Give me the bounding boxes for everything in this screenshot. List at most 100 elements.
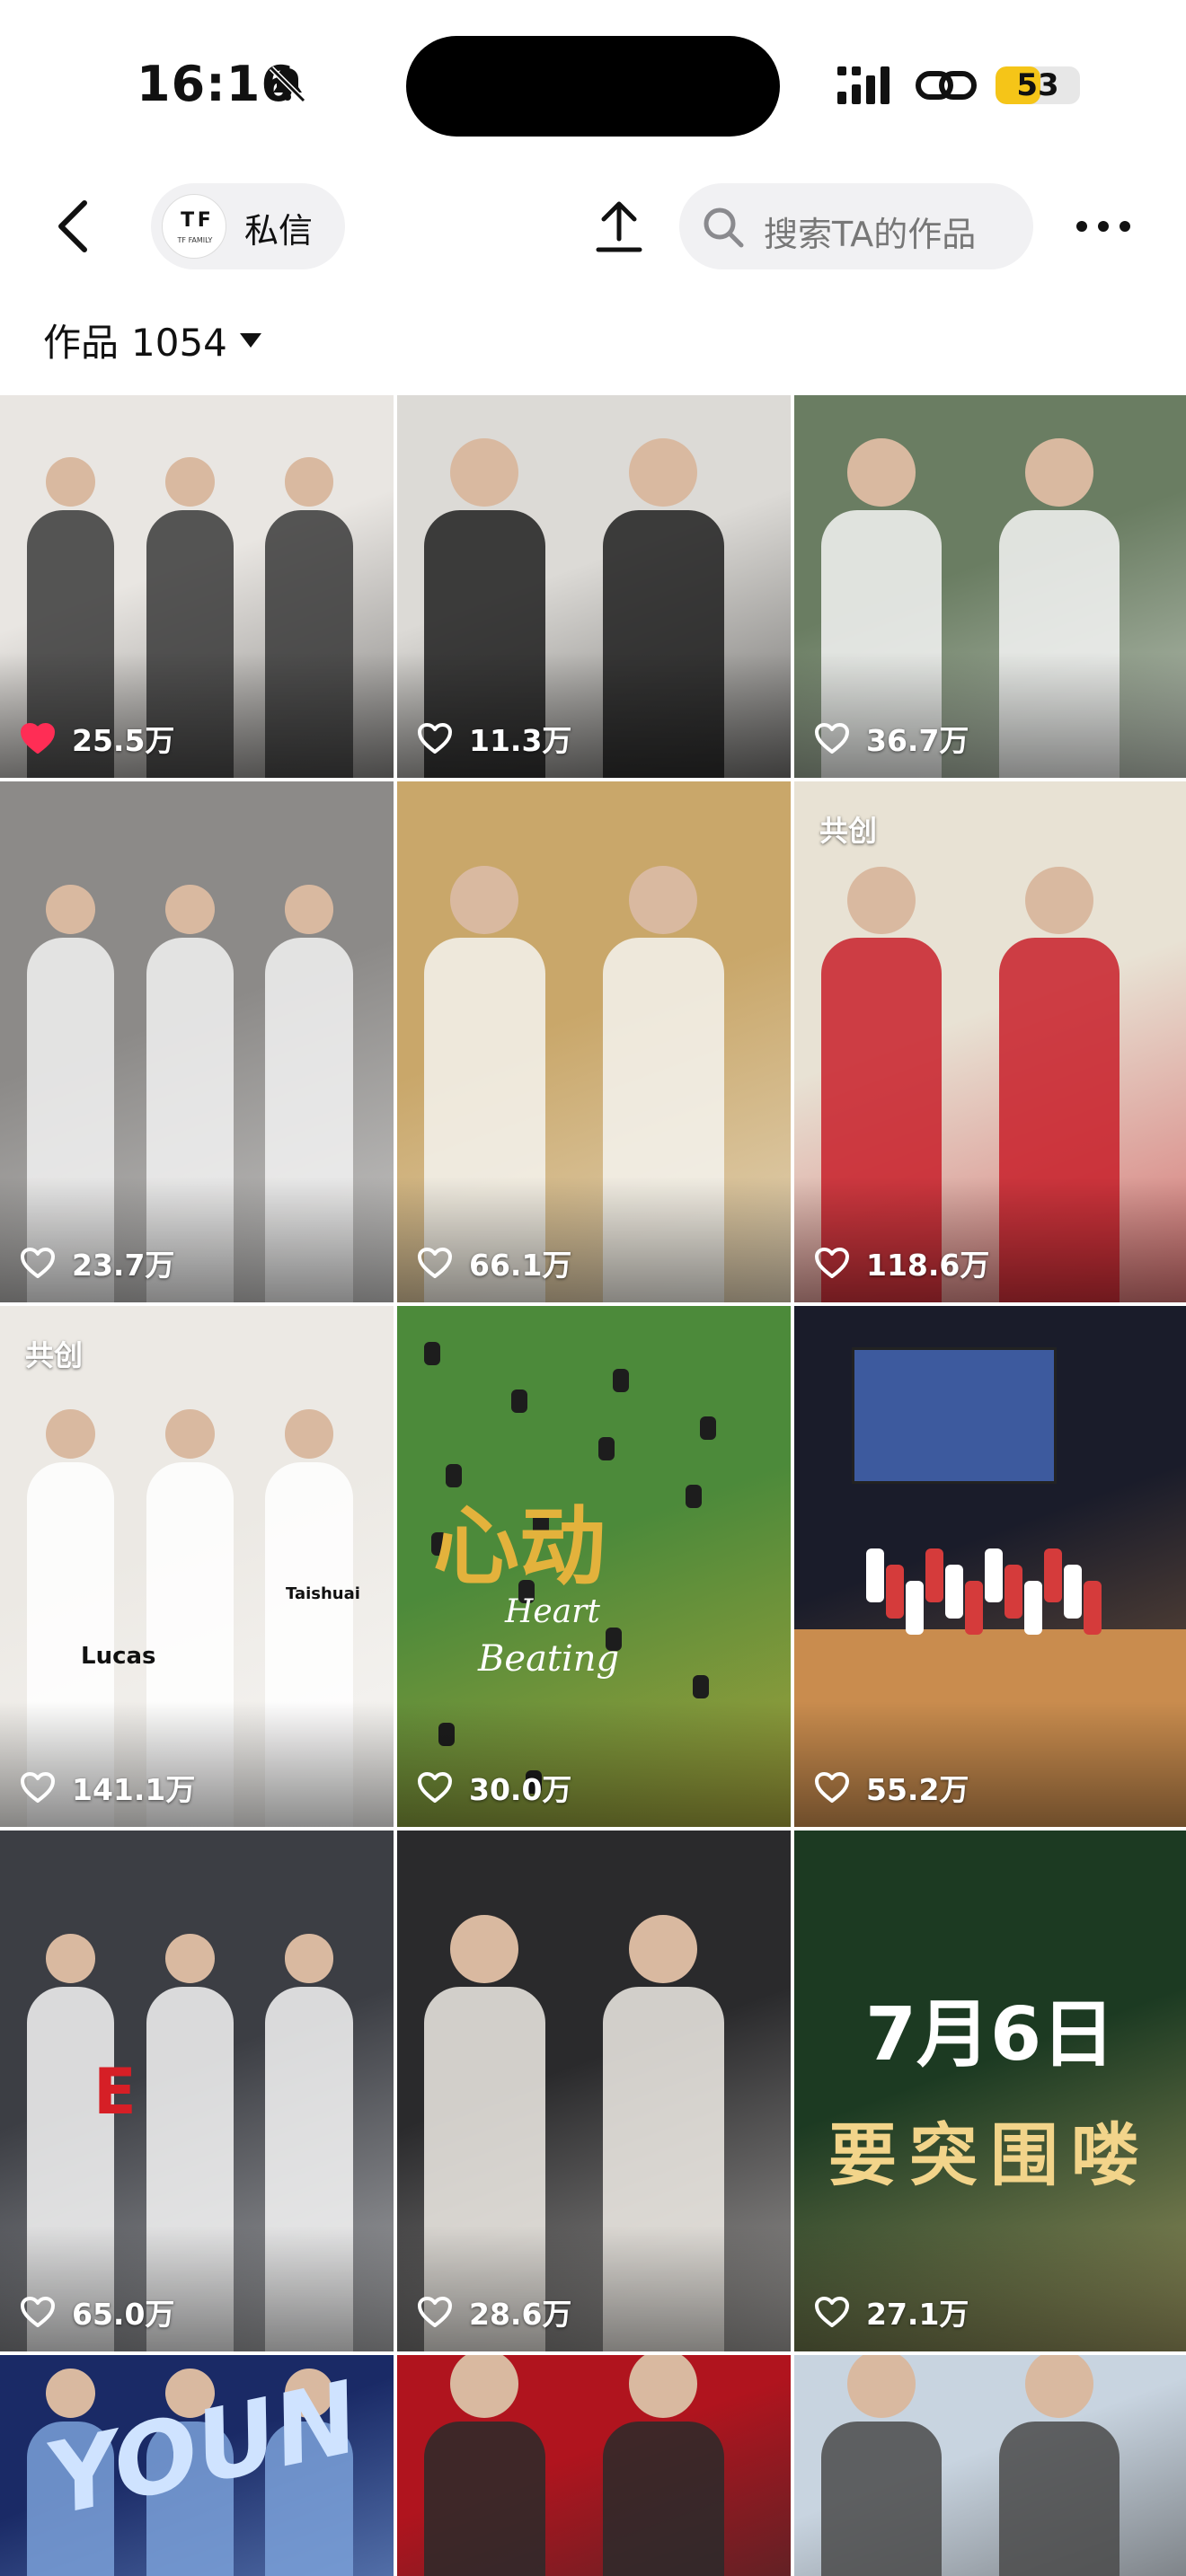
heart-outline-icon bbox=[21, 1772, 55, 1803]
thumbnail-figures bbox=[794, 2355, 1186, 2576]
like-count-text: 25.5万 bbox=[72, 723, 175, 758]
avatar-logo-sub: TF FAMILY bbox=[177, 236, 213, 244]
cover-headline: 要突围喽 bbox=[828, 2115, 1152, 2195]
search-works-input[interactable]: 搜索TA的作品 bbox=[679, 183, 1033, 269]
heart-outline-icon bbox=[815, 1248, 849, 1278]
video-tile[interactable]: 11.3万 bbox=[397, 395, 791, 778]
figure-head bbox=[46, 885, 96, 934]
bottom-shade bbox=[397, 1177, 791, 1302]
bottom-shade bbox=[0, 1701, 394, 1827]
like-count-text: 11.3万 bbox=[469, 723, 572, 758]
tiny-figure bbox=[700, 1416, 716, 1440]
video-tile[interactable] bbox=[794, 2355, 1186, 2576]
shirt-print: Lucas bbox=[81, 1643, 156, 1670]
search-placeholder: 搜索TA的作品 bbox=[764, 215, 977, 254]
works-grid: 25.5万 11.3万 36.7万 23.7万 66.1万 118.6万 共创 Lucas Ta… bbox=[0, 395, 1186, 2576]
bottom-shade bbox=[397, 652, 791, 778]
like-count-text: 28.6万 bbox=[469, 2297, 572, 2332]
video-tile[interactable]: 66.1万 bbox=[397, 781, 791, 1302]
video-tile[interactable]: 118.6万 共创 bbox=[794, 781, 1186, 1302]
heart-outline-icon bbox=[418, 1248, 452, 1278]
direct-message-button[interactable]: T F TF FAMILY 私信 bbox=[151, 183, 345, 269]
battery-percent: 53 bbox=[1016, 67, 1059, 103]
bottom-shade bbox=[794, 652, 1186, 778]
works-count: 1054 bbox=[131, 321, 227, 365]
avatar: T F TF FAMILY bbox=[162, 194, 226, 259]
bell-muted-icon bbox=[269, 66, 306, 103]
performer bbox=[1024, 1581, 1042, 1635]
figure-head bbox=[629, 866, 698, 934]
figure-head bbox=[284, 1409, 334, 1459]
figure-head bbox=[46, 1409, 96, 1459]
performer bbox=[886, 1565, 904, 1619]
bottom-shade bbox=[794, 1177, 1186, 1302]
bottom-shade bbox=[0, 652, 394, 778]
shirt-print: Taishuai bbox=[286, 1584, 360, 1603]
video-tile[interactable]: 23.7万 bbox=[0, 781, 394, 1302]
video-tile[interactable] bbox=[397, 2355, 791, 2576]
figure-head bbox=[1025, 866, 1093, 934]
caret-down-icon bbox=[239, 332, 261, 348]
tiny-figure bbox=[613, 1369, 629, 1392]
share-icon[interactable] bbox=[593, 198, 645, 255]
video-tile[interactable]: 28.6万 bbox=[397, 1831, 791, 2351]
battery-tip bbox=[1075, 77, 1080, 93]
figure-head bbox=[164, 1409, 215, 1459]
performer bbox=[1084, 1581, 1102, 1635]
figure-head bbox=[847, 438, 916, 507]
heart-outline-icon bbox=[815, 1772, 849, 1803]
like-count: 141.1万 bbox=[20, 1768, 195, 1807]
cover-date: 7月6日 bbox=[864, 1992, 1116, 2078]
bottom-shade bbox=[794, 2226, 1186, 2351]
heart-outline-icon bbox=[418, 723, 452, 754]
figure-head bbox=[284, 457, 334, 507]
video-tile[interactable]: 55.2万 bbox=[794, 1306, 1186, 1827]
bottom-shade bbox=[794, 1701, 1186, 1827]
like-count-text: 27.1万 bbox=[866, 2297, 969, 2332]
video-tile[interactable]: Lucas Taishuai 141.1万 共创 bbox=[0, 1306, 394, 1827]
performer bbox=[1064, 1565, 1082, 1619]
figure-head bbox=[1025, 2355, 1093, 2418]
video-tile[interactable]: 25.5万 bbox=[0, 395, 394, 778]
like-count-text: 23.7万 bbox=[72, 1248, 175, 1283]
figure-head bbox=[450, 437, 519, 507]
like-count-text: 36.7万 bbox=[866, 723, 969, 758]
figure-head bbox=[629, 1915, 698, 1983]
profile-nav-bar: T F TF FAMILY 私信 搜索TA的作品 bbox=[0, 180, 1186, 273]
heart-outline-icon bbox=[21, 1248, 55, 1278]
performer bbox=[906, 1581, 924, 1635]
like-count: 36.7万 bbox=[814, 719, 969, 758]
shirt-print: E bbox=[93, 2055, 137, 2129]
cover-subtitle: Heart bbox=[505, 1593, 600, 1630]
video-tile[interactable]: 36.7万 bbox=[794, 395, 1186, 778]
like-count-text: 66.1万 bbox=[469, 1248, 572, 1283]
thumbnail-figures bbox=[397, 2355, 791, 2576]
figure-head bbox=[629, 437, 698, 507]
like-count: 27.1万 bbox=[814, 2292, 969, 2332]
performer bbox=[866, 1548, 884, 1602]
performer bbox=[965, 1581, 983, 1635]
avatar-logo-mark: T F bbox=[181, 209, 211, 232]
figure-head bbox=[46, 2369, 96, 2418]
like-count-text: 55.2万 bbox=[866, 1772, 969, 1807]
cover-subtitle: Beating bbox=[478, 1638, 620, 1680]
figure-head bbox=[1025, 438, 1093, 507]
video-tile[interactable]: 心动 Heart Beating 30.0万 bbox=[397, 1306, 791, 1827]
co-create-badge: 共创 bbox=[25, 1338, 84, 1372]
back-arrow-icon[interactable] bbox=[50, 198, 99, 255]
more-options-icon[interactable] bbox=[1075, 214, 1132, 239]
direct-message-label: 私信 bbox=[244, 211, 314, 251]
video-tile[interactable]: E 65.0万 bbox=[0, 1831, 394, 2351]
figure-body bbox=[603, 2421, 724, 2576]
works-sort-dropdown[interactable]: 作品 1054 bbox=[43, 313, 261, 366]
tiny-figure bbox=[693, 1675, 709, 1698]
like-count-text: 65.0万 bbox=[72, 2297, 175, 2332]
figure-head bbox=[450, 866, 519, 934]
video-tile[interactable]: 7月6日要突围喽 27.1万 bbox=[794, 1831, 1186, 2351]
status-bar: 16:16 53 bbox=[0, 0, 1186, 171]
figure-head bbox=[164, 1934, 215, 1983]
video-tile[interactable]: YOUN bbox=[0, 2355, 394, 2576]
performer bbox=[945, 1565, 963, 1619]
like-count-text: 141.1万 bbox=[72, 1772, 196, 1807]
figure-head bbox=[46, 1934, 96, 1983]
